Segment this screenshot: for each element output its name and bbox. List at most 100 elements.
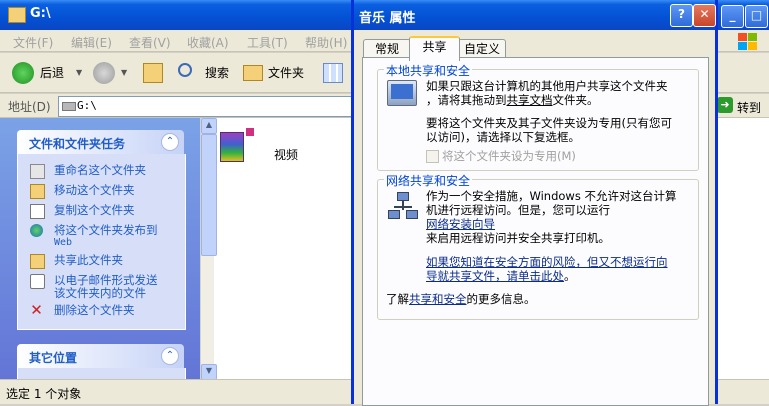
- close-button[interactable]: ✕: [693, 4, 716, 27]
- menu-edit[interactable]: 编辑(E): [71, 34, 112, 51]
- local-line-4: 以访问)，请选择以下复选框。: [426, 130, 580, 144]
- folder-label: 视频: [274, 148, 299, 162]
- collapse-icon[interactable]: ⌃: [161, 347, 179, 365]
- rename-icon: [30, 164, 45, 179]
- share-anyway-tail: 。: [564, 269, 576, 283]
- task-label: 复制这个文件夹: [54, 203, 135, 217]
- learn-more-prefix: 了解: [386, 292, 409, 306]
- tasks-panel-body: 重命名这个文件夹 移动这个文件夹 复制这个文件夹 将这个文件夹发布到 Web 共…: [17, 154, 186, 330]
- network-wizard-link[interactable]: 网络安装向导: [426, 217, 495, 231]
- help-button[interactable]: ?: [670, 4, 693, 27]
- computer-screen-icon: [391, 84, 413, 99]
- address-input[interactable]: G:\: [58, 96, 360, 117]
- back-dropdown-icon[interactable]: ▼: [76, 61, 82, 85]
- folder-icon-accent: [246, 128, 254, 136]
- email-icon: [30, 274, 45, 289]
- dialog-title: 音乐 属性: [359, 11, 416, 26]
- tasks-panel-title: 文件和文件夹任务: [29, 137, 126, 151]
- search-button[interactable]: 搜索: [205, 61, 229, 85]
- status-text: 选定 1 个对象: [6, 387, 82, 401]
- sharing-security-link[interactable]: 共享和安全: [409, 292, 467, 306]
- folders-icon: [243, 65, 263, 81]
- task-pane-scrollbar[interactable]: ▲ ▼: [200, 118, 217, 380]
- task-label: 以电子邮件形式发送: [54, 273, 158, 287]
- network-sharing-group: 网络共享和安全 作为一个安全措施，Windows 不允许对这台计算 机进行远程访…: [377, 172, 699, 320]
- windows-logo-icon: [736, 31, 758, 51]
- other-places-body: [17, 368, 186, 379]
- other-places-title: 其它位置: [29, 351, 78, 365]
- task-label: 重命名这个文件夹: [54, 163, 146, 177]
- menu-help[interactable]: 帮助(H): [305, 34, 347, 51]
- local-line-1: 如果只跟这台计算机的其他用户共享这个文件夹: [426, 79, 668, 93]
- task-email[interactable]: 以电子邮件形式发送 该文件夹内的文件: [30, 273, 180, 303]
- go-button[interactable]: ➜ 转到: [715, 95, 769, 117]
- local-sharing-group: 本地共享和安全 如果只跟这台计算机的其他用户共享这个文件夹 ，请将其拖动到共享文…: [377, 62, 699, 171]
- back-arrow-icon[interactable]: [12, 62, 34, 84]
- address-label: 地址(D): [8, 100, 51, 114]
- views-icon[interactable]: [323, 63, 343, 83]
- network-line-4: 来启用远程访问并安全共享打印机。: [426, 231, 610, 245]
- shared-docs-link[interactable]: 共享文档: [507, 93, 553, 107]
- back-button[interactable]: 后退: [40, 61, 64, 85]
- tab-customize[interactable]: 自定义: [458, 39, 506, 59]
- folder-icon: [8, 7, 26, 23]
- folder-icon: [220, 132, 244, 162]
- tasks-panel-header[interactable]: 文件和文件夹任务 ⌃: [17, 130, 184, 154]
- window-title: G:\: [30, 6, 51, 21]
- scroll-up-icon[interactable]: ▲: [201, 118, 217, 134]
- task-label: 将这个文件夹发布到: [54, 223, 158, 237]
- go-arrow-icon: ➜: [717, 97, 733, 113]
- tab-general[interactable]: 常规: [363, 39, 411, 59]
- local-line-2: ，请将其拖动到共享文档文件夹。: [426, 93, 599, 107]
- private-checkbox[interactable]: [426, 150, 439, 163]
- local-line-2-tail: 文件夹。: [552, 93, 599, 107]
- share-anyway-link[interactable]: 如果您知道在安全方面的风险，但又不想运行向: [426, 255, 668, 269]
- menu-file[interactable]: 文件(F): [13, 34, 53, 51]
- dialog-tabs: 常规 共享 自定义: [362, 36, 707, 61]
- private-checkbox-label: 将这个文件夹设为专用(M): [442, 149, 576, 163]
- minimize-button[interactable]: _: [721, 5, 744, 28]
- move-icon: [30, 184, 45, 199]
- task-label-2: 该文件夹内的文件: [54, 286, 146, 300]
- menu-view[interactable]: 查看(V): [129, 34, 171, 51]
- local-sharing-title: 本地共享和安全: [384, 62, 473, 79]
- maximize-button[interactable]: □: [745, 5, 768, 28]
- address-value: G:\: [77, 99, 97, 112]
- network-icon: [388, 192, 418, 222]
- share-anyway-link-2[interactable]: 导就共享文件，请单击此处: [426, 269, 564, 283]
- network-sharing-title: 网络共享和安全: [384, 172, 473, 189]
- task-publish-web[interactable]: 将这个文件夹发布到 Web: [30, 223, 180, 253]
- menu-favorites[interactable]: 收藏(A): [187, 34, 229, 51]
- task-label: 共享此文件夹: [54, 253, 123, 267]
- local-line-3: 要将这个文件夹及其子文件夹设为专用(只有您可: [426, 116, 672, 130]
- share-icon: [30, 254, 45, 269]
- share-anyway-line-2: 导就共享文件，请单击此处。: [426, 269, 576, 283]
- up-folder-icon[interactable]: [143, 63, 163, 83]
- folders-button[interactable]: 文件夹: [268, 61, 304, 85]
- local-line-2-text: ，请将其拖动到: [426, 93, 507, 107]
- folder-item-video[interactable]: 视频: [220, 126, 298, 168]
- network-line-2: 机进行远程访问。但是，您可以运行: [426, 203, 610, 217]
- learn-more: 了解共享和安全的更多信息。: [386, 291, 536, 307]
- network-line-1: 作为一个安全措施，Windows 不允许对这台计算: [426, 189, 677, 203]
- delete-icon: ✕: [30, 301, 43, 319]
- forward-arrow-icon[interactable]: [93, 62, 115, 84]
- search-icon: [178, 63, 192, 77]
- properties-dialog: 音乐 属性 ? ✕ 常规 共享 自定义 本地共享和安全 如果只跟这台计算机的其他…: [351, 0, 718, 406]
- forward-dropdown-icon[interactable]: ▼: [121, 61, 127, 85]
- task-pane: 文件和文件夹任务 ⌃ 重命名这个文件夹 移动这个文件夹 复制这个文件夹 将这个文…: [0, 118, 200, 379]
- menu-tools[interactable]: 工具(T): [247, 34, 288, 51]
- tab-sharing[interactable]: 共享: [409, 36, 460, 61]
- sharing-page: 本地共享和安全 如果只跟这台计算机的其他用户共享这个文件夹 ，请将其拖动到共享文…: [362, 57, 709, 406]
- drive-icon: [62, 102, 76, 111]
- collapse-icon[interactable]: ⌃: [161, 133, 179, 151]
- scroll-down-icon[interactable]: ▼: [201, 364, 217, 380]
- web-publish-icon: [30, 224, 43, 237]
- learn-more-suffix: 的更多信息。: [466, 292, 536, 306]
- task-label-2: Web: [54, 237, 73, 248]
- go-label: 转到: [737, 101, 762, 115]
- other-places-header[interactable]: 其它位置 ⌃: [17, 344, 184, 368]
- dialog-title-bar[interactable]: 音乐 属性 ? ✕: [354, 0, 716, 30]
- task-label: 移动这个文件夹: [54, 183, 135, 197]
- scroll-thumb[interactable]: [201, 134, 217, 256]
